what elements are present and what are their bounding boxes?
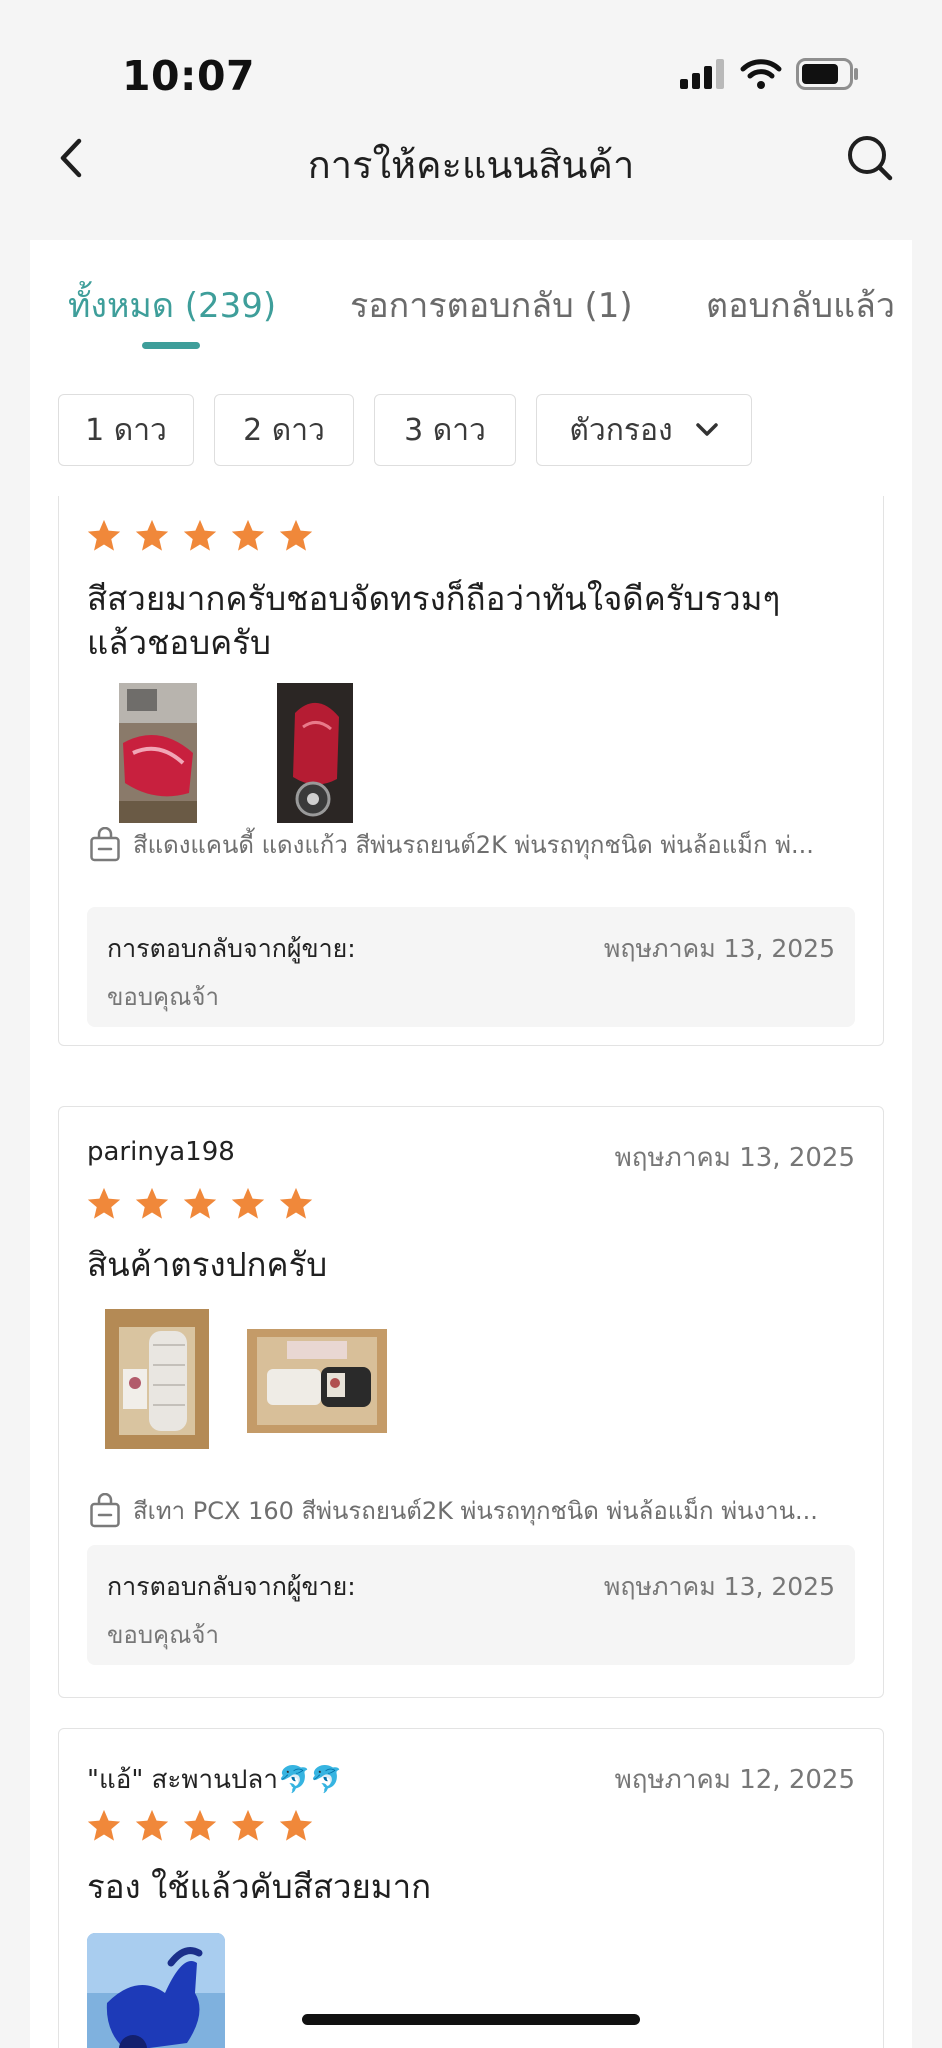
red-scooter-parts-photo [119, 683, 197, 823]
star-icon [135, 1809, 169, 1841]
filter-2-star[interactable]: 2 ดาว [214, 394, 354, 466]
seller-reply-label: การตอบกลับจากผู้ขาย: [107, 934, 356, 963]
filter-dropdown-label: ตัวกรอง [569, 412, 673, 448]
star-rating [85, 1807, 315, 1845]
seller-reply-text: ขอบคุณจ้า [107, 1621, 219, 1649]
active-tab-indicator [142, 342, 200, 349]
star-icon [231, 1187, 265, 1219]
shopping-bag-icon [90, 1492, 120, 1527]
star-icon [135, 519, 169, 551]
product-variant: สีเทา PCX 160 สีพ่นรถยนต์2K พ่นรถทุกชนิด… [89, 1491, 847, 1530]
variant-text: สีแดงแคนดี้ แดงแก้ว สีพ่นรถยนต์2K พ่นรถท… [133, 831, 814, 859]
review-text: สีสวยมากครับชอบจัดทรงก็ถือว่าทันใจดีครับ… [87, 579, 781, 662]
filter-dropdown[interactable]: ตัวกรอง [536, 394, 752, 466]
review-image[interactable] [105, 1309, 209, 1449]
star-icon [183, 519, 217, 551]
star-rating [85, 517, 315, 555]
star-icon [279, 1187, 313, 1219]
product-variant: สีแดงแคนดี้ แดงแก้ว สีพ่นรถยนต์2K พ่นรถท… [89, 825, 847, 864]
battery-icon [796, 58, 858, 90]
star-icon [87, 1187, 121, 1219]
filter-3-star[interactable]: 3 ดาว [374, 394, 516, 466]
star-rating [85, 1185, 315, 1223]
review-card: "แอ้" สะพานปลา🐬🐬 พฤษภาคม 12, 2025 รอง ใช… [58, 1728, 884, 2048]
tab-awaiting-reply[interactable]: รอการตอบกลับ (1) [350, 278, 633, 332]
star-icon [183, 1809, 217, 1841]
reviewer-name: parinya198 [87, 1137, 235, 1167]
app-header: การให้คะแนนสินค้า [0, 118, 942, 198]
chevron-down-icon [695, 423, 718, 436]
spray-can-box-photo [247, 1329, 387, 1433]
status-bar: 10:07 [0, 0, 942, 110]
star-icon [87, 1809, 121, 1841]
seller-reply-date: พฤษภาคม 13, 2025 [603, 1572, 835, 1601]
search-button[interactable] [842, 130, 898, 186]
status-icons [680, 58, 860, 90]
variant-text: สีเทา PCX 160 สีพ่นรถยนต์2K พ่นรถทุกชนิด… [133, 1497, 818, 1525]
seller-reply-label: การตอบกลับจากผู้ขาย: [107, 1572, 356, 1601]
search-icon [848, 136, 893, 181]
page-title: การให้คะแนนสินค้า [307, 143, 635, 187]
status-time: 10:07 [122, 52, 256, 100]
review-date: พฤษภาคม 12, 2025 [614, 1765, 855, 1795]
home-indicator [302, 2014, 640, 2025]
filter-1-star[interactable]: 1 ดาว [58, 394, 194, 466]
reviewer-name: "แอ้" สะพานปลา🐬🐬 [87, 1765, 343, 1795]
seller-reply: การตอบกลับจากผู้ขาย: พฤษภาคม 13, 2025 ขอ… [87, 907, 855, 1027]
package-box-photo [105, 1309, 209, 1449]
wifi-icon [740, 59, 782, 89]
star-icon [279, 519, 313, 551]
shopping-bag-icon [90, 826, 120, 861]
review-card: parinya198 พฤษภาคม 13, 2025 สินค้าตรงปกค… [58, 1106, 884, 1698]
star-icon [231, 1809, 265, 1841]
review-image[interactable] [277, 683, 353, 823]
review-text: รอง ใช้แล้วคับสีสวยมาก [87, 1867, 432, 1906]
tab-all[interactable]: ทั้งหมด (239) [68, 278, 276, 332]
review-list[interactable]: สีสวยมากครับชอบจัดทรงก็ถือว่าทันใจดีครับ… [58, 496, 884, 2048]
star-icon [279, 1809, 313, 1841]
tab-bar: ทั้งหมด (239) รอการตอบกลับ (1) ตอบกลับแล… [30, 240, 912, 350]
blue-scooter-photo [87, 1933, 225, 2048]
review-image[interactable] [247, 1329, 387, 1433]
review-image[interactable] [119, 683, 197, 823]
star-icon [135, 1187, 169, 1219]
red-scooter-photo [277, 683, 353, 823]
rating-filters: 1 ดาว 2 ดาว 3 ดาว ตัวกรอง [58, 394, 752, 466]
star-icon [87, 519, 121, 551]
review-date: พฤษภาคม 13, 2025 [614, 1143, 855, 1173]
review-card: สีสวยมากครับชอบจัดทรงก็ถือว่าทันใจดีครับ… [58, 496, 884, 1046]
star-icon [231, 519, 265, 551]
reviews-panel: ทั้งหมด (239) รอการตอบกลับ (1) ตอบกลับแล… [30, 240, 912, 2048]
star-icon [183, 1187, 217, 1219]
seller-reply-date: พฤษภาคม 13, 2025 [603, 934, 835, 963]
signal-icon [680, 59, 724, 89]
seller-reply: การตอบกลับจากผู้ขาย: พฤษภาคม 13, 2025 ขอ… [87, 1545, 855, 1665]
seller-reply-text: ขอบคุณจ้า [107, 983, 219, 1011]
tab-replied[interactable]: ตอบกลับแล้ว [706, 278, 895, 332]
review-text: สินค้าตรงปกครับ [87, 1245, 328, 1284]
review-image[interactable] [87, 1933, 225, 2048]
